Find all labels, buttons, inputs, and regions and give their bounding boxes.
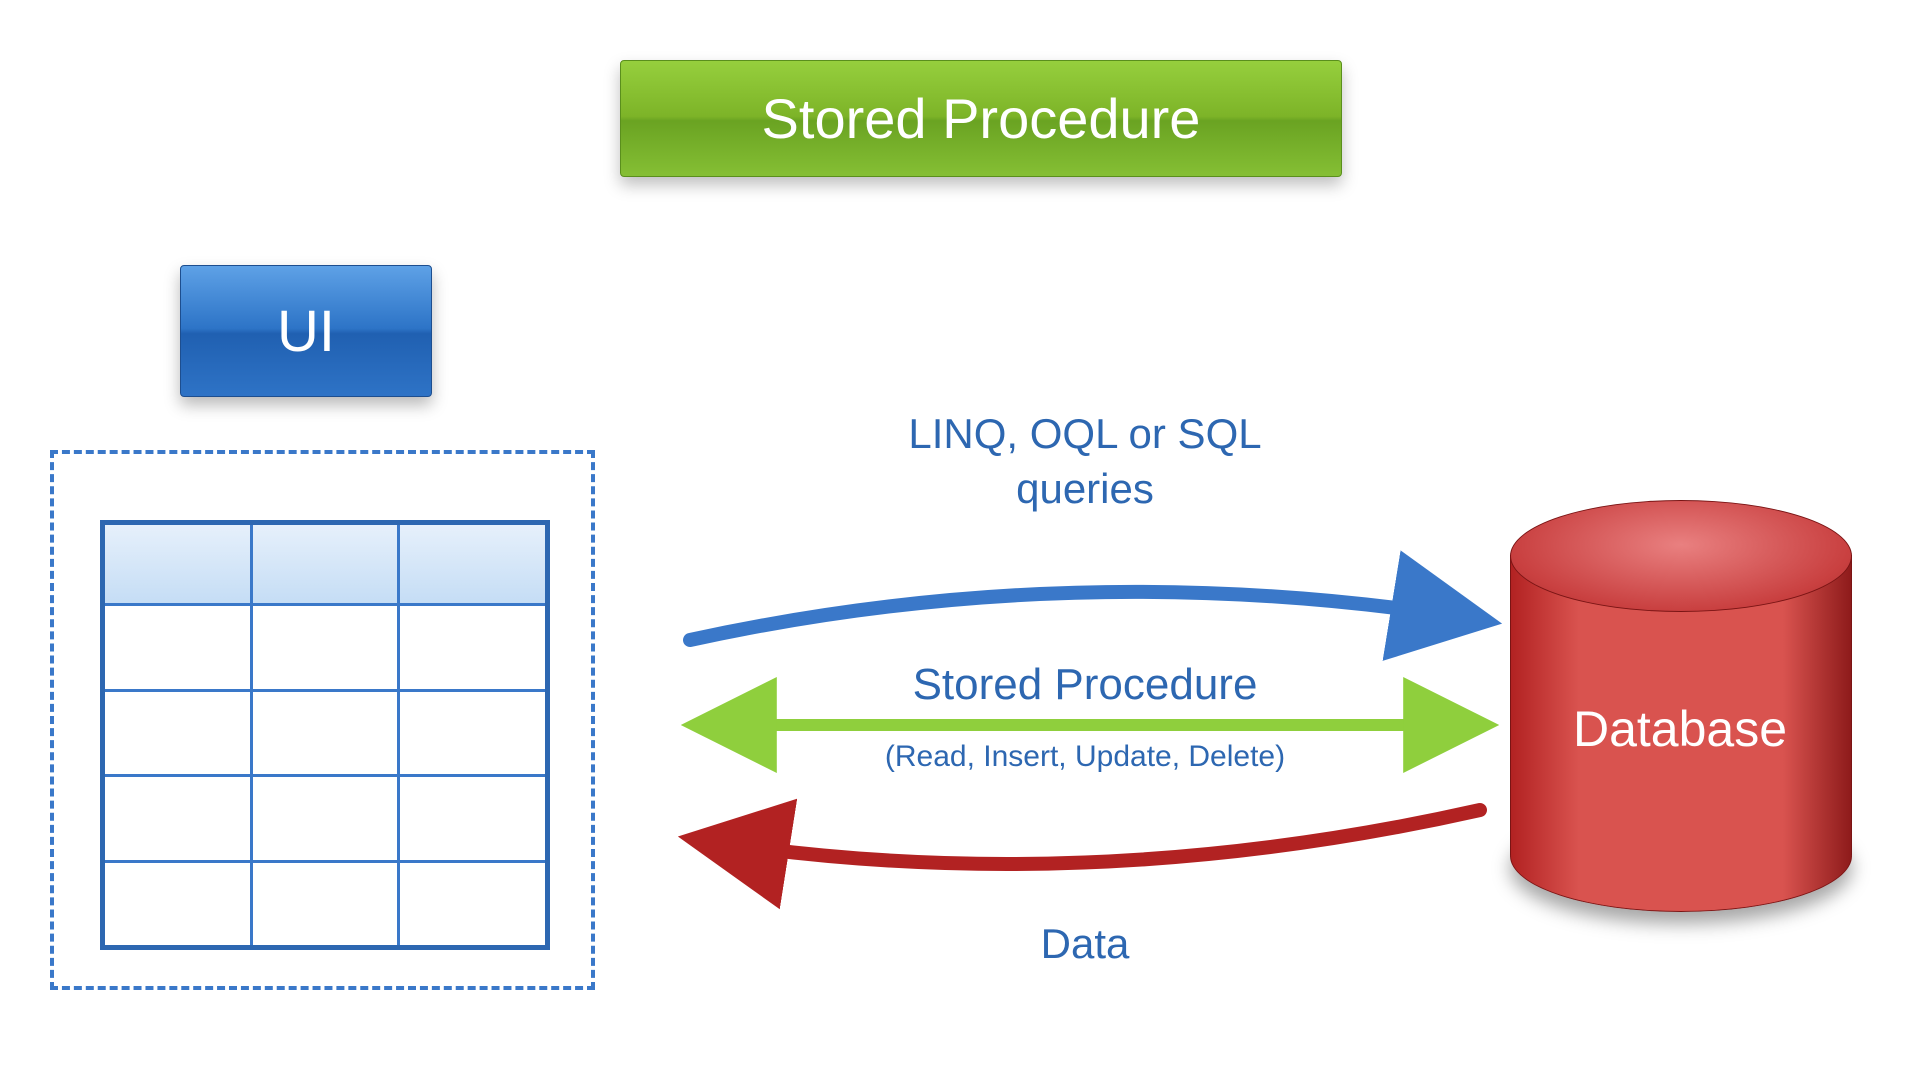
datagrid-header-cell [400, 525, 545, 603]
database-top [1510, 500, 1852, 612]
datagrid-cell [105, 692, 253, 775]
datagrid-row [105, 603, 545, 689]
datagrid-cell [400, 777, 545, 860]
queries-label-line1: LINQ, OQL or SQL [815, 410, 1355, 458]
database-label: Database [1510, 700, 1850, 758]
ui-badge: UI [180, 265, 432, 397]
datagrid-row [105, 689, 545, 775]
datagrid-cell [253, 692, 401, 775]
datagrid-cell [253, 606, 401, 689]
data-arrow [700, 810, 1480, 864]
datagrid-cell [400, 863, 545, 946]
datagrid-cell [400, 692, 545, 775]
ui-label-text: UI [277, 298, 335, 365]
data-label: Data [815, 920, 1355, 968]
datagrid-body [105, 603, 545, 945]
stored-procedure-sublabel: (Read, Insert, Update, Delete) [815, 740, 1355, 774]
datagrid-icon [100, 520, 550, 950]
datagrid-row [105, 860, 545, 946]
datagrid-cell [400, 606, 545, 689]
title-text: Stored Procedure [762, 86, 1201, 151]
datagrid-cell [105, 606, 253, 689]
datagrid-cell [253, 777, 401, 860]
datagrid-cell [105, 777, 253, 860]
stored-procedure-label: Stored Procedure [815, 660, 1355, 710]
title-badge: Stored Procedure [620, 60, 1342, 177]
queries-label-line2: queries [815, 465, 1355, 513]
database-icon: Database [1510, 500, 1850, 910]
diagram-stage: Stored Procedure UI [0, 0, 1920, 1080]
queries-arrow [690, 592, 1480, 640]
datagrid-header-cell [253, 525, 401, 603]
datagrid-row [105, 774, 545, 860]
datagrid-cell [253, 863, 401, 946]
datagrid-header [105, 525, 545, 603]
datagrid-cell [105, 863, 253, 946]
datagrid-header-cell [105, 525, 253, 603]
